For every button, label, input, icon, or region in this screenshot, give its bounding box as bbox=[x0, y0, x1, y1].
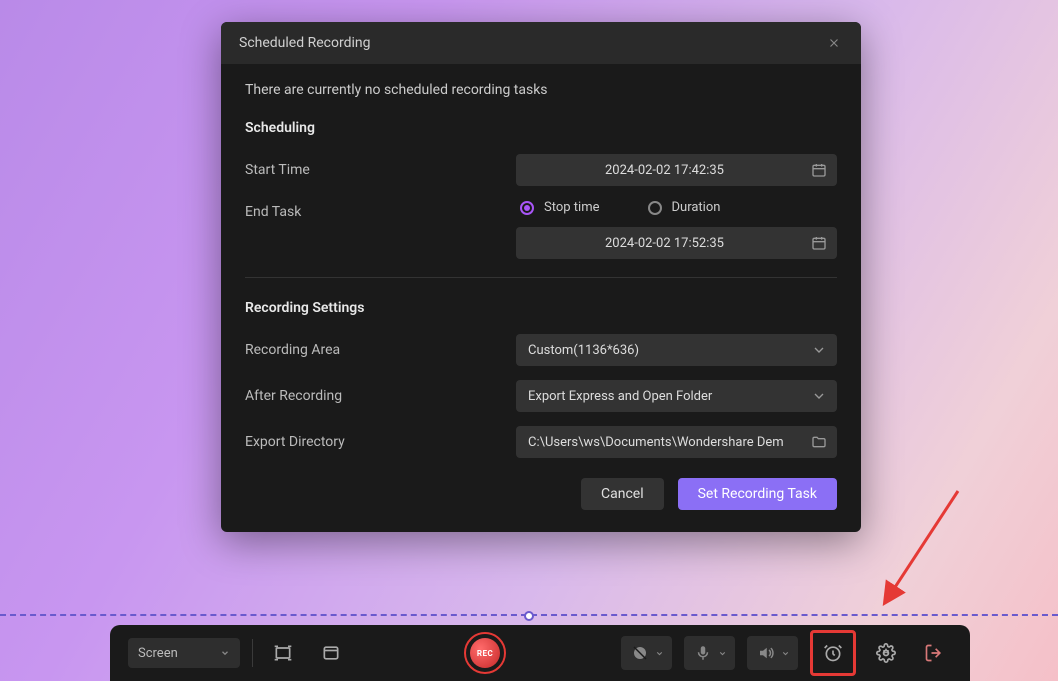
end-time-value: 2024-02-02 17:52:35 bbox=[605, 236, 724, 251]
speaker-icon bbox=[757, 644, 775, 662]
resize-handle[interactable] bbox=[524, 611, 534, 621]
export-directory-label: Export Directory bbox=[245, 434, 516, 450]
microphone-icon bbox=[694, 644, 712, 662]
end-task-row: End Task Stop time Duration 2024-02-02 1… bbox=[245, 200, 837, 259]
crop-icon bbox=[273, 643, 293, 663]
crop-area-button[interactable] bbox=[265, 635, 301, 671]
window-icon bbox=[321, 643, 341, 663]
recording-settings-heading: Recording Settings bbox=[245, 300, 837, 316]
start-time-label: Start Time bbox=[245, 162, 516, 178]
toolbar-divider bbox=[252, 639, 253, 667]
webcam-off-icon bbox=[631, 644, 649, 662]
arrow-annotation bbox=[868, 483, 968, 621]
radio-stop-time-circle bbox=[520, 201, 534, 215]
recorder-toolbar: Screen REC bbox=[110, 625, 970, 681]
dialog-footer: Cancel Set Recording Task bbox=[245, 478, 837, 510]
webcam-toggle[interactable] bbox=[621, 636, 672, 670]
chevron-down-icon bbox=[718, 649, 727, 658]
radio-duration-circle bbox=[648, 201, 662, 215]
recording-area-label: Recording Area bbox=[245, 342, 516, 358]
schedule-button[interactable] bbox=[819, 639, 847, 667]
recording-area-row: Recording Area Custom(1136*636) bbox=[245, 334, 837, 366]
close-icon bbox=[827, 36, 841, 50]
chevron-down-icon bbox=[655, 649, 664, 658]
export-directory-row: Export Directory C:\Users\ws\Documents\W… bbox=[245, 426, 837, 458]
system-audio-toggle[interactable] bbox=[747, 636, 798, 670]
exit-button[interactable] bbox=[916, 635, 952, 671]
close-button[interactable] bbox=[825, 34, 843, 52]
calendar-icon[interactable] bbox=[811, 235, 827, 251]
end-task-radio-group: Stop time Duration bbox=[516, 200, 837, 215]
dialog-body: There are currently no scheduled recordi… bbox=[221, 64, 861, 532]
schedule-button-highlight bbox=[810, 630, 856, 676]
recording-area-border bbox=[0, 614, 1058, 616]
dialog-header: Scheduled Recording bbox=[221, 22, 861, 64]
chevron-down-icon bbox=[811, 342, 827, 358]
export-directory-value: C:\Users\ws\Documents\Wondershare Dem bbox=[528, 435, 784, 450]
scheduling-heading: Scheduling bbox=[245, 120, 837, 136]
set-recording-task-button[interactable]: Set Recording Task bbox=[678, 478, 837, 510]
export-directory-input[interactable]: C:\Users\ws\Documents\Wondershare Dem bbox=[516, 426, 837, 458]
end-time-input[interactable]: 2024-02-02 17:52:35 bbox=[516, 227, 837, 259]
after-recording-value: Export Express and Open Folder bbox=[528, 389, 712, 404]
window-button[interactable] bbox=[313, 635, 349, 671]
radio-stop-time[interactable]: Stop time bbox=[520, 200, 600, 215]
settings-button[interactable] bbox=[868, 635, 904, 671]
after-recording-row: After Recording Export Express and Open … bbox=[245, 380, 837, 412]
calendar-icon[interactable] bbox=[811, 162, 827, 178]
alarm-clock-icon bbox=[823, 643, 843, 663]
record-button-inner: REC bbox=[470, 638, 500, 668]
recording-area-value: Custom(1136*636) bbox=[528, 343, 639, 358]
gear-icon bbox=[876, 643, 896, 663]
chevron-down-icon bbox=[781, 649, 790, 658]
section-divider bbox=[245, 277, 837, 278]
empty-tasks-message: There are currently no scheduled recordi… bbox=[245, 82, 837, 98]
after-recording-label: After Recording bbox=[245, 388, 516, 404]
dialog-title: Scheduled Recording bbox=[239, 35, 370, 51]
end-task-label: End Task bbox=[245, 200, 516, 220]
start-time-row: Start Time 2024-02-02 17:42:35 bbox=[245, 154, 837, 186]
folder-icon[interactable] bbox=[811, 434, 827, 450]
chevron-down-icon bbox=[811, 388, 827, 404]
radio-duration[interactable]: Duration bbox=[648, 200, 721, 215]
radio-duration-label: Duration bbox=[672, 200, 721, 215]
scheduled-recording-dialog: Scheduled Recording There are currently … bbox=[221, 22, 861, 532]
record-button[interactable]: REC bbox=[464, 632, 506, 674]
recording-area-select[interactable]: Custom(1136*636) bbox=[516, 334, 837, 366]
after-recording-select[interactable]: Export Express and Open Folder bbox=[516, 380, 837, 412]
start-time-value: 2024-02-02 17:42:35 bbox=[605, 163, 724, 178]
capture-mode-select[interactable]: Screen bbox=[128, 638, 240, 668]
microphone-toggle[interactable] bbox=[684, 636, 735, 670]
cancel-button[interactable]: Cancel bbox=[581, 478, 664, 510]
chevron-down-icon bbox=[220, 648, 230, 658]
exit-icon bbox=[924, 643, 944, 663]
start-time-input[interactable]: 2024-02-02 17:42:35 bbox=[516, 154, 837, 186]
capture-mode-value: Screen bbox=[138, 646, 178, 661]
radio-stop-time-label: Stop time bbox=[544, 200, 600, 215]
